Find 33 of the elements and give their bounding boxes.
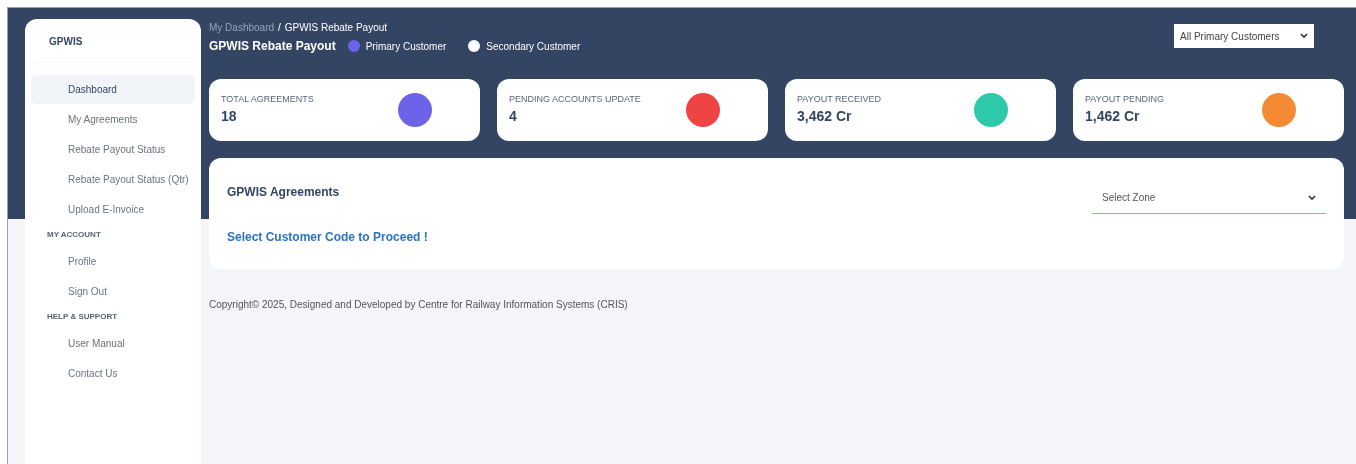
nav-item[interactable]: Sign Out (31, 277, 195, 306)
customer-dropdown[interactable]: All Primary Customers (1174, 24, 1314, 48)
card-title: GPWIS Agreements (227, 184, 340, 201)
breadcrumb-link[interactable]: My Dashboard (209, 20, 275, 35)
chevron-down-icon (1300, 33, 1308, 39)
copyright-text: Copyright© 2025, Designed and Developed by Centre for Railway Information Systems (CRIS) (209, 298, 628, 312)
nav-item[interactable]: User Manual (31, 329, 195, 358)
stat-label: PAYOUT RECEIVED (797, 92, 882, 106)
stat-label: PENDING ACCOUNTS UPDATE (509, 92, 641, 106)
nav-item[interactable]: Upload E-Invoice (31, 195, 195, 224)
breadcrumb-text: GPWIS Rebate Payout (284, 21, 388, 35)
section-heading: MY ACCOUNT (47, 229, 101, 241)
legend-label: Secondary Customer (486, 39, 581, 54)
nav-item[interactable]: Rebate Payout Status (Qtr) (31, 165, 195, 194)
nav-item[interactable]: Dashboard (31, 75, 195, 104)
prompt-message: Select Customer Code to Proceed ! (227, 229, 428, 246)
stat-value: 4 (509, 107, 517, 127)
zone-select[interactable]: Select Zone (1092, 182, 1326, 214)
nav-item[interactable]: Contact Us (31, 359, 195, 388)
stat-label: PAYOUT PENDING (1085, 92, 1164, 106)
sidebar-title: GPWIS (49, 35, 83, 49)
stat-value: 3,462 Cr (797, 107, 852, 127)
breadcrumb-separator: / (278, 21, 281, 35)
section-heading: HELP & SUPPORT (47, 311, 118, 323)
nav-item[interactable]: Profile (31, 247, 195, 276)
legend-label: Primary Customer (365, 39, 447, 54)
stat-value: 1,462 Cr (1085, 107, 1140, 127)
nav-item[interactable]: Rebate Payout Status (31, 135, 195, 164)
nav-item[interactable]: My Agreements (31, 105, 195, 134)
page-title: GPWIS Rebate Payout (209, 38, 336, 55)
chevron-down-icon (1308, 194, 1316, 201)
stat-label: TOTAL AGREEMENTS (221, 92, 314, 106)
stat-value: 18 (221, 107, 237, 127)
